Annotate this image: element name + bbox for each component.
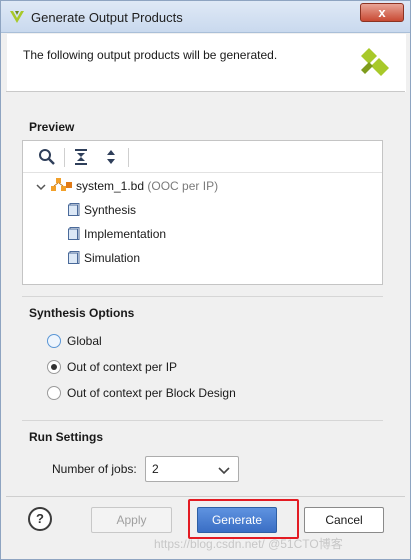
tree-item-label: Synthesis xyxy=(84,203,137,217)
jobs-value: 2 xyxy=(152,462,159,476)
dialog-header: The following output products will be ge… xyxy=(7,34,406,92)
radio-button[interactable] xyxy=(47,360,61,374)
section-divider xyxy=(22,296,383,297)
chevron-down-icon xyxy=(218,467,230,475)
preview-panel: system_1.bd (OOC per IP) Synthesis Imple… xyxy=(22,140,383,285)
tree-item-simulation[interactable]: Simulation xyxy=(68,248,140,268)
tree-item-implementation[interactable]: Implementation xyxy=(68,224,166,244)
preview-toolbar xyxy=(23,141,382,173)
expand-all-icon[interactable] xyxy=(101,147,121,167)
apply-button[interactable]: Apply xyxy=(91,507,172,533)
radio-button[interactable] xyxy=(47,334,61,348)
watermark-text: https://blog.csdn.net/ @51CTO博客 xyxy=(154,537,343,551)
section-divider xyxy=(22,420,383,421)
radio-button[interactable] xyxy=(47,386,61,400)
document-icon xyxy=(68,227,80,240)
radio-label: Out of context per Block Design xyxy=(67,386,236,400)
run-settings-title: Run Settings xyxy=(29,430,103,444)
cancel-button[interactable]: Cancel xyxy=(304,507,384,533)
search-icon[interactable] xyxy=(37,147,57,167)
tree-root-item[interactable]: system_1.bd (OOC per IP) xyxy=(51,176,218,196)
close-button[interactable]: x xyxy=(360,3,404,22)
header-description: The following output products will be ge… xyxy=(23,48,278,62)
preview-title: Preview xyxy=(29,120,75,134)
xilinx-logo-icon xyxy=(361,48,389,76)
document-icon xyxy=(68,251,80,264)
tree-item-label: Implementation xyxy=(84,227,167,241)
block-design-icon xyxy=(51,178,72,191)
tree-root-name: system_1.bd xyxy=(76,179,145,193)
toolbar-separator xyxy=(64,148,65,167)
help-button[interactable]: ? xyxy=(28,507,52,531)
jobs-label: Number of jobs: xyxy=(52,462,137,476)
collapse-all-icon[interactable] xyxy=(71,147,91,167)
tree-item-synthesis[interactable]: Synthesis xyxy=(68,200,136,220)
synthesis-options-title: Synthesis Options xyxy=(29,306,135,320)
toolbar-separator xyxy=(128,148,129,167)
tree-root-note: (OOC per IP) xyxy=(147,179,219,193)
header-divider xyxy=(6,91,405,92)
radio-label: Global xyxy=(67,334,102,348)
tree-item-label: Simulation xyxy=(84,251,141,265)
generate-button[interactable]: Generate xyxy=(197,507,277,533)
title-bar: Generate Output Products x xyxy=(1,1,410,33)
footer-divider xyxy=(6,496,405,497)
chevron-down-icon[interactable] xyxy=(36,182,46,192)
window-title: Generate Output Products xyxy=(31,10,183,25)
document-icon xyxy=(68,203,80,216)
radio-label: Out of context per IP xyxy=(67,360,178,374)
vivado-app-icon xyxy=(10,11,24,23)
jobs-select[interactable]: 2 xyxy=(145,456,239,482)
